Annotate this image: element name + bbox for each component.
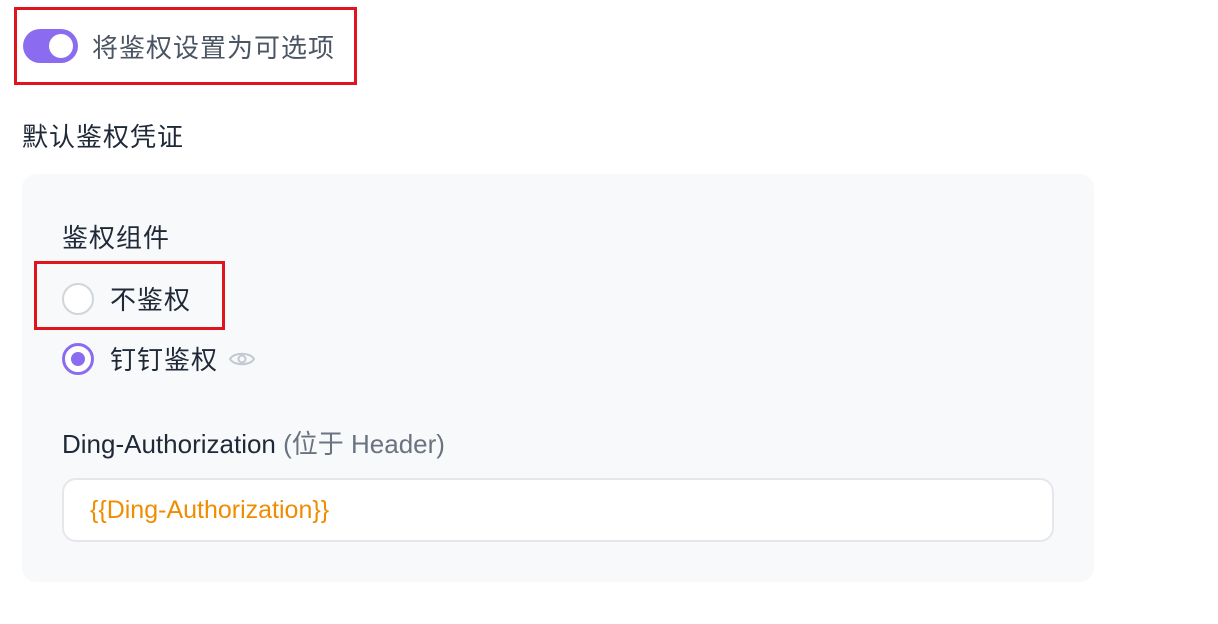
ding-authorization-input[interactable]: {{Ding-Authorization}} [62,478,1054,542]
toggle-knob [49,34,73,58]
auth-settings-panel: 将鉴权设置为可选项 默认鉴权凭证 鉴权组件 不鉴权 钉钉鉴权 Ding-Auth… [0,0,1218,624]
eye-icon[interactable] [228,349,256,369]
field-location: (位于 Header) [283,429,445,459]
radio-label-no-auth: 不鉴权 [110,285,192,315]
optional-auth-label: 将鉴权设置为可选项 [92,32,336,63]
radio-option-no-auth[interactable]: 不鉴权 [62,280,191,317]
optional-auth-row: 将鉴权设置为可选项 [14,7,357,85]
auth-component-label: 鉴权组件 [62,223,171,253]
radio-option-dingtalk-auth[interactable]: 钉钉鉴权 [62,340,256,377]
field-label: Ding-Authorization (位于 Header) [62,424,445,461]
credentials-card: 鉴权组件 不鉴权 钉钉鉴权 Ding-Authorization (位于 Hea… [22,174,1094,582]
optional-auth-toggle[interactable] [23,29,78,63]
radio-label-dingtalk-auth: 钉钉鉴权 [110,345,219,375]
default-credentials-title: 默认鉴权凭证 [22,122,185,152]
radio-button-no-auth[interactable] [62,282,94,315]
field-name: Ding-Authorization [62,429,276,459]
ding-authorization-value: {{Ding-Authorization}} [90,495,330,524]
radio-button-dingtalk-auth[interactable] [62,342,94,375]
